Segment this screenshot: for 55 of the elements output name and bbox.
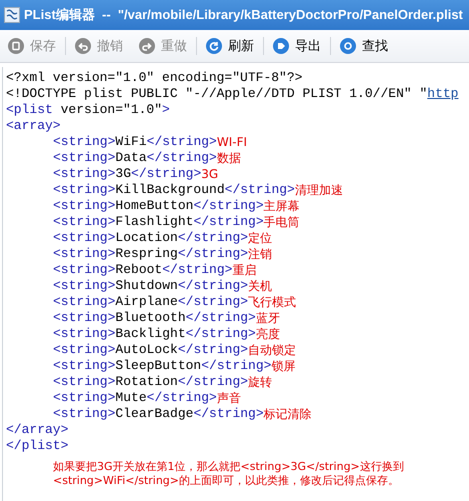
code-line: <string>Airplane</string> xyxy=(53,294,248,310)
annotation: 注销 xyxy=(248,246,272,262)
code-line: <string>Shutdown</string> xyxy=(53,278,248,294)
annotation: 清理加速 xyxy=(294,182,343,198)
annotation: 手电筒 xyxy=(264,214,300,230)
annotation: 标记清除 xyxy=(264,406,312,422)
code-line: <plist version="1.0"> xyxy=(6,102,171,118)
code-line: <string>3G</string> xyxy=(53,166,202,182)
code-line: <string>ClearBadge</string> xyxy=(53,406,264,422)
annotation: WI-FI xyxy=(216,134,248,150)
annotation: 声音 xyxy=(216,390,241,406)
code-line: <string>Flashlight</string> xyxy=(53,214,264,230)
toolbar-button[interactable]: 导出 xyxy=(271,36,323,56)
export-icon xyxy=(273,38,289,54)
annotation: 重启 xyxy=(232,262,256,278)
annotation: 定位 xyxy=(248,230,272,246)
code-line: <string>SleepButton</string> xyxy=(53,358,272,374)
code-line: </plist> xyxy=(6,438,70,454)
redo-icon xyxy=(139,38,155,54)
code-line: <string>Bluetooth</string> xyxy=(53,310,256,326)
annotation: 自动锁定 xyxy=(248,342,296,358)
save-icon xyxy=(8,38,24,54)
code-line: <string>AutoLock</string> xyxy=(53,342,248,358)
annotation: 主屏幕 xyxy=(264,198,300,214)
code-line: <string>Backlight</string> xyxy=(53,326,256,342)
code-line: <string>Location</string> xyxy=(53,230,248,246)
annotation: 锁屏 xyxy=(271,358,296,374)
search-icon xyxy=(340,38,356,54)
toolbar-button[interactable]: 查找 xyxy=(338,36,390,56)
annotation: 数据 xyxy=(216,150,241,166)
annotation: 亮度 xyxy=(256,326,280,342)
window-title: PList编辑器 -- "/var/mobile/Library/kBatteryDoctorPro/PanelOrder.plist xyxy=(24,6,463,24)
code-line: <string>Rotation</string> xyxy=(53,374,248,390)
code-line: <string>Mute</string> xyxy=(53,390,217,406)
code-line: <string>HomeButton</string> xyxy=(53,198,264,214)
toolbar-button[interactable]: 刷新 xyxy=(204,36,256,56)
undo-icon xyxy=(75,38,91,54)
code-line: <?xml version="1.0" encoding="UTF-8"?> xyxy=(6,70,304,86)
code-line: <!DOCTYPE plist PUBLIC "-//Apple//DTD PLIST 1.0//EN" "http xyxy=(6,86,460,102)
code-line: <string>Data</string> xyxy=(53,150,217,166)
annotation: 蓝牙 xyxy=(256,310,280,326)
link[interactable]: http xyxy=(427,86,458,101)
annotation: 3G xyxy=(201,166,218,182)
app-icon xyxy=(4,7,20,23)
code-line: <array> xyxy=(6,118,62,134)
code-line: <string>Reboot</string> xyxy=(53,262,232,278)
code-line: </array> xyxy=(6,422,70,438)
annotation: 飞行模式 xyxy=(248,294,296,310)
refresh-icon xyxy=(206,38,222,54)
annotation: 关机 xyxy=(248,278,272,294)
code-line: <string>KillBackground</string> xyxy=(53,182,295,198)
code-line: <string>WiFi</string> xyxy=(53,134,217,150)
code-line: <string>Respring</string> xyxy=(53,246,248,262)
annotation: 如果要把3G开关放在第1位，那么就把<string>3G</string>这行换到 <string>WiFi</string>的上面即可，以此类推，修改后记得点保存。 xyxy=(52,460,405,488)
annotation: 旋转 xyxy=(248,374,272,390)
